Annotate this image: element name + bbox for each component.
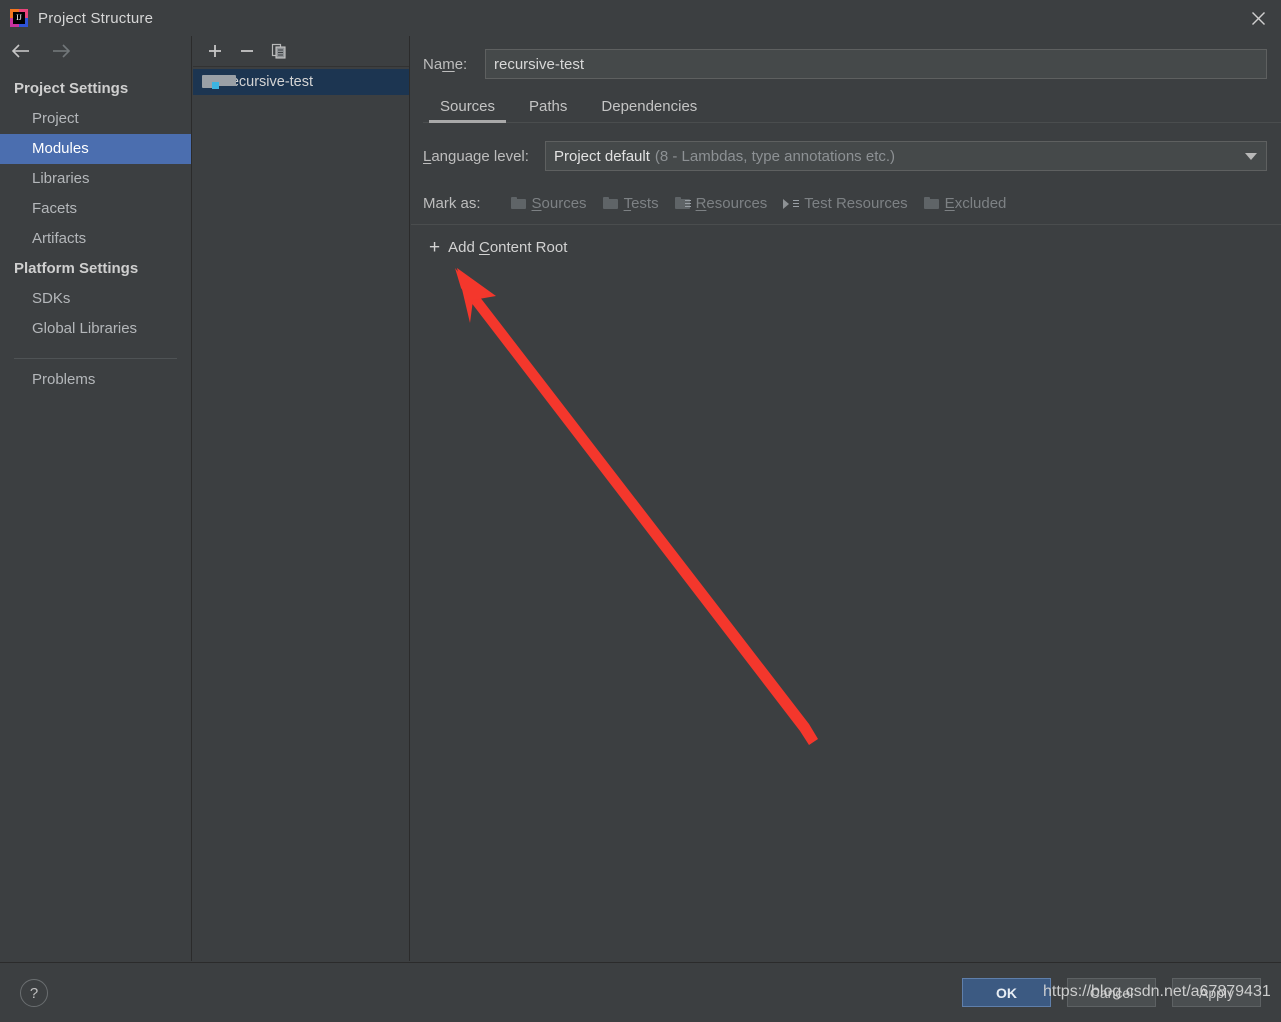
module-settings-panel: Name: Sources Paths Dependencies Languag… bbox=[411, 36, 1281, 961]
language-level-detail: (8 - Lambdas, type annotations etc.) bbox=[654, 147, 896, 165]
mark-as-test-resources-button[interactable]: Test Resources bbox=[775, 195, 915, 212]
sidebar-item-sdks[interactable]: SDKs bbox=[0, 284, 191, 314]
mark-as-tests-button[interactable]: Tests bbox=[595, 195, 667, 212]
mark-as-excluded-button[interactable]: Excluded bbox=[916, 195, 1015, 212]
add-content-root-button[interactable]: + Add Content Root bbox=[429, 236, 568, 258]
mark-as-test-resources-label: Test Resources bbox=[804, 194, 908, 212]
arrow-left-icon[interactable] bbox=[10, 43, 32, 64]
help-circle-icon[interactable]: ? bbox=[20, 979, 48, 1007]
add-content-root-label: Add Content Root bbox=[448, 239, 568, 256]
window-title: Project Structure bbox=[38, 9, 154, 27]
module-tabs: Sources Paths Dependencies bbox=[423, 91, 1281, 123]
sidebar-list: Project Settings Project Modules Librari… bbox=[0, 74, 191, 395]
mark-as-tests-label: Tests bbox=[623, 194, 659, 212]
close-icon[interactable] bbox=[1235, 0, 1281, 36]
navigation-arrows bbox=[0, 36, 191, 70]
language-level-value: Project default bbox=[554, 147, 650, 165]
mark-as-label: Mark as: bbox=[423, 194, 481, 212]
tab-sources[interactable]: Sources bbox=[423, 94, 512, 123]
sidebar-item-libraries[interactable]: Libraries bbox=[0, 164, 191, 194]
mark-as-sources-button[interactable]: Sources bbox=[503, 195, 595, 212]
module-folder-icon bbox=[202, 75, 236, 89]
minus-icon[interactable] bbox=[239, 43, 255, 59]
sidebar-group-platform-settings: Platform Settings bbox=[14, 260, 139, 277]
settings-sidebar: Project Settings Project Modules Librari… bbox=[0, 36, 192, 961]
mark-as-resources-label: Resources bbox=[695, 194, 768, 212]
language-level-row: Language level: Project default (8 - Lam… bbox=[423, 139, 1267, 173]
sidebar-item-modules[interactable]: Modules bbox=[0, 134, 191, 164]
sidebar-item-facets[interactable]: Facets bbox=[0, 194, 191, 224]
sidebar-item-project[interactable]: Project bbox=[0, 104, 191, 134]
chevron-down-icon bbox=[1245, 153, 1257, 160]
window-titlebar: IJ Project Structure bbox=[0, 0, 1281, 36]
sidebar-item-problems[interactable]: Problems bbox=[0, 359, 191, 395]
ok-button[interactable]: OK bbox=[962, 978, 1051, 1007]
mark-as-row: Mark as: Sources Tests Resources Test Re… bbox=[423, 188, 1281, 218]
module-tree-panel: recursive-test bbox=[193, 36, 410, 961]
tab-dependencies[interactable]: Dependencies bbox=[584, 94, 714, 122]
apply-button[interactable]: Apply bbox=[1172, 978, 1261, 1007]
copy-icon[interactable] bbox=[271, 43, 287, 59]
mark-as-sources-label: Sources bbox=[531, 194, 587, 212]
mark-as-excluded-label: Excluded bbox=[944, 194, 1007, 212]
cancel-button[interactable]: Cancel bbox=[1067, 978, 1156, 1007]
module-name-label: Name: bbox=[423, 55, 468, 73]
sidebar-item-artifacts[interactable]: Artifacts bbox=[0, 224, 191, 254]
language-level-label: Language level: bbox=[423, 147, 529, 165]
folder-sources-icon bbox=[510, 196, 527, 210]
folder-test-resources-icon bbox=[783, 197, 800, 210]
folder-excluded-icon bbox=[923, 196, 940, 210]
module-name-row: Name: bbox=[423, 46, 1267, 82]
module-name-input[interactable] bbox=[485, 49, 1267, 79]
arrow-right-icon[interactable] bbox=[50, 43, 72, 64]
tree-item-recursive-test[interactable]: recursive-test bbox=[193, 69, 409, 95]
module-tree-list: recursive-test bbox=[193, 67, 409, 95]
folder-tests-icon bbox=[602, 196, 619, 210]
intellij-idea-icon: IJ bbox=[10, 9, 28, 27]
sidebar-group-project-settings: Project Settings bbox=[14, 80, 129, 97]
mark-as-divider bbox=[411, 224, 1281, 225]
mark-as-resources-button[interactable]: Resources bbox=[667, 195, 776, 212]
tab-paths[interactable]: Paths bbox=[512, 94, 584, 122]
module-tree-toolbar bbox=[193, 36, 409, 67]
sidebar-item-global-libraries[interactable]: Global Libraries bbox=[0, 314, 191, 344]
plus-icon[interactable] bbox=[207, 43, 223, 59]
plus-icon: + bbox=[429, 236, 441, 258]
language-level-select[interactable]: Project default (8 - Lambdas, type annot… bbox=[545, 141, 1267, 171]
tree-item-label: recursive-test bbox=[226, 74, 314, 90]
folder-resources-icon bbox=[674, 196, 691, 210]
